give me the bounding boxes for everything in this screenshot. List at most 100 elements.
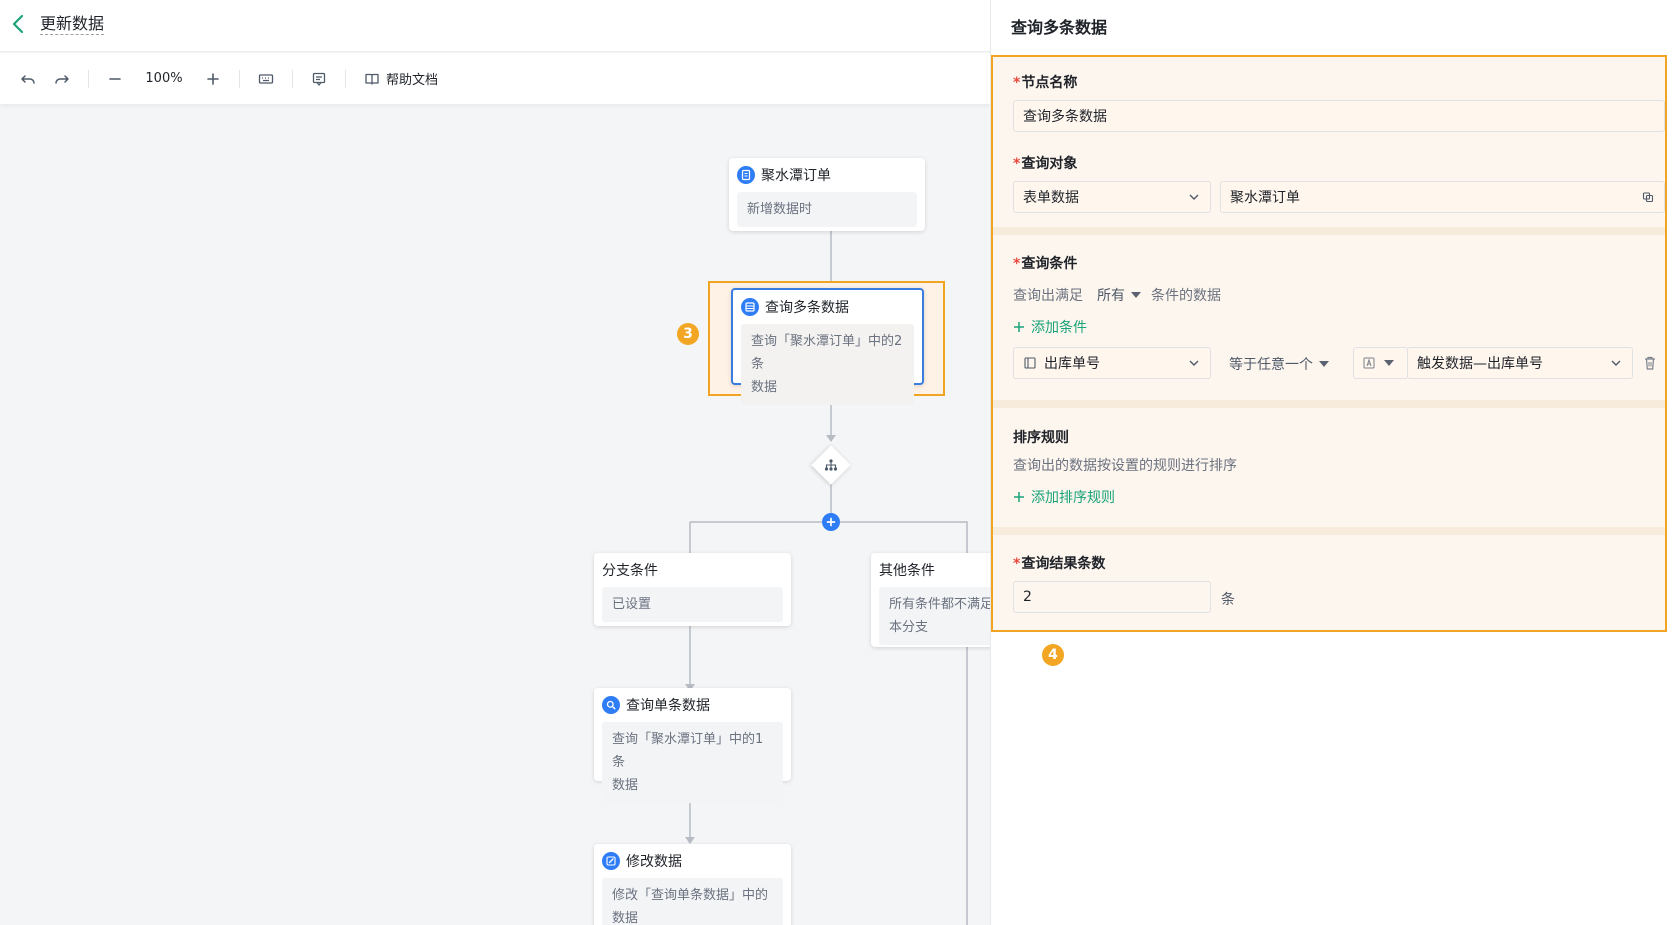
redo-icon <box>55 74 69 84</box>
select-value: 触发数据—出库单号 <box>1417 356 1543 372</box>
node-name-label: *节点名称 <box>1013 75 1078 91</box>
minus-icon <box>109 77 121 80</box>
operator-value: 等于任意一个 <box>1229 357 1313 373</box>
delete-condition-icon[interactable] <box>1643 355 1657 371</box>
query-target-form-select[interactable]: 聚水潭订单 <box>1220 181 1665 213</box>
book-icon <box>365 73 379 85</box>
node-header: 分支条件 <box>594 553 791 587</box>
query-single-node[interactable]: 查询单条数据 查询「聚水潭订单」中的1条 数据 <box>594 688 791 803</box>
node-description: 所有条件都不满足 本分支 <box>879 587 990 645</box>
node-description: 查询「聚水潭订单」中的1条 数据 <box>602 722 783 803</box>
node-header: 查询多条数据 <box>733 290 922 324</box>
back-arrow-icon[interactable] <box>8 13 30 35</box>
node-config-panel: 查询多条数据 *节点名称 查询多条数据 *查询对象 表单数据 聚水潭订单 *查询… <box>990 0 1678 925</box>
update-data-node[interactable]: 修改数据 修改「查询单条数据」中的 数据 <box>594 844 791 925</box>
node-title: 聚水潭订单 <box>761 168 831 184</box>
node-description-line: 数据 <box>612 778 639 793</box>
flow-canvas[interactable]: 聚水潭订单 新增数据时 3 查询多条数据 查询「聚水潭订单」中的2条 数据 分支… <box>0 104 990 925</box>
redo-button[interactable] <box>48 65 76 93</box>
text-type-icon <box>1363 357 1375 369</box>
chevron-down-icon <box>1189 360 1199 366</box>
undo-button[interactable] <box>14 65 42 93</box>
form-icon <box>737 166 755 184</box>
plus-icon <box>1014 492 1024 502</box>
condition-operator-dropdown[interactable]: 等于任意一个 <box>1229 354 1329 374</box>
trigger-node[interactable]: 聚水潭订单 新增数据时 <box>729 158 925 231</box>
condition-prefix: 查询出满足 <box>1013 288 1083 304</box>
query-target-type-select[interactable]: 表单数据 <box>1013 181 1211 213</box>
required-mark: * <box>1013 75 1021 91</box>
node-description: 修改「查询单条数据」中的 数据 <box>602 878 783 925</box>
select-value: 聚水潭订单 <box>1230 190 1300 206</box>
sort-rule-hint: 查询出的数据按设置的规则进行排序 <box>1013 458 1237 474</box>
query-target-label: *查询对象 <box>1013 156 1078 172</box>
branch-icon <box>824 459 838 471</box>
add-condition-label: 添加条件 <box>1031 320 1087 336</box>
toolbar-divider <box>292 69 293 88</box>
node-description-line: 查询「聚水潭订单」中的2条 <box>751 334 903 372</box>
chevron-down-icon <box>1611 360 1621 366</box>
node-header: 修改数据 <box>594 844 791 878</box>
node-name-input[interactable]: 查询多条数据 <box>1013 100 1665 132</box>
branch-condition-node[interactable]: 分支条件 已设置 <box>594 553 791 626</box>
caret-down-icon <box>1319 361 1329 367</box>
add-condition-button[interactable]: 添加条件 <box>1013 317 1087 337</box>
add-node-button[interactable] <box>822 513 840 531</box>
help-docs-button[interactable]: 帮助文档 <box>358 65 444 93</box>
zoom-level: 100% <box>145 71 183 86</box>
value-type-select[interactable] <box>1353 347 1408 379</box>
node-description-line: 本分支 <box>889 620 929 635</box>
node-title: 查询多条数据 <box>765 300 849 316</box>
sort-rule-label: 排序规则 <box>1013 430 1069 446</box>
canvas-toolbar: 100% 帮助文档 <box>0 53 990 104</box>
node-header: 聚水潭订单 <box>729 158 925 192</box>
required-mark: * <box>1013 256 1021 272</box>
node-description: 查询「聚水潭订单」中的2条 数据 <box>741 324 914 405</box>
search-icon <box>602 696 620 714</box>
edit-icon <box>602 852 620 870</box>
page-title[interactable]: 更新数据 <box>40 14 105 35</box>
query-condition-label: *查询条件 <box>1013 256 1078 272</box>
plus-icon <box>826 517 836 527</box>
toolbar-divider <box>88 69 89 88</box>
result-count-input[interactable]: 2 <box>1013 581 1211 613</box>
result-count-unit: 条 <box>1221 592 1235 608</box>
condition-value-select[interactable]: 触发数据—出库单号 <box>1407 347 1633 379</box>
panel-title: 查询多条数据 <box>1011 18 1108 37</box>
node-title: 分支条件 <box>602 563 658 579</box>
condition-mode-dropdown[interactable]: 所有 <box>1097 285 1141 305</box>
section-divider <box>993 227 1665 235</box>
required-mark: * <box>1013 556 1021 572</box>
editor-header: 更新数据 <box>0 0 990 52</box>
section-divider <box>993 400 1665 408</box>
node-title: 修改数据 <box>626 854 682 870</box>
node-header: 查询单条数据 <box>594 688 791 722</box>
comment-icon <box>312 72 326 86</box>
select-value: 出库单号 <box>1044 356 1100 372</box>
config-highlight-frame: *节点名称 查询多条数据 *查询对象 表单数据 聚水潭订单 *查询条件 查询出满… <box>991 55 1667 632</box>
table-icon <box>741 298 759 316</box>
add-sort-rule-label: 添加排序规则 <box>1031 490 1115 506</box>
node-description-line: 所有条件都不满足 <box>889 597 990 612</box>
keyboard-shortcuts-button[interactable] <box>252 65 280 93</box>
required-mark: * <box>1013 156 1021 172</box>
condition-mode-value: 所有 <box>1097 288 1125 304</box>
plus-icon <box>1014 322 1024 332</box>
link-form-icon[interactable] <box>1642 191 1654 203</box>
else-condition-node[interactable]: 其他条件 所有条件都不满足 本分支 <box>871 553 990 647</box>
step-marker-3: 3 <box>677 323 699 345</box>
minimap-button[interactable] <box>305 65 333 93</box>
add-sort-rule-button[interactable]: 添加排序规则 <box>1013 487 1115 507</box>
chevron-down-icon <box>1189 194 1199 200</box>
node-title: 其他条件 <box>879 563 935 579</box>
result-count-label: *查询结果条数 <box>1013 556 1106 572</box>
toolbar-divider <box>239 69 240 88</box>
section-divider <box>993 527 1665 535</box>
query-multi-node[interactable]: 查询多条数据 查询「聚水潭订单」中的2条 数据 <box>731 288 924 405</box>
condition-field-select[interactable]: 出库单号 <box>1013 347 1211 379</box>
zoom-in-button[interactable] <box>199 65 227 93</box>
node-header: 其他条件 <box>871 553 990 587</box>
undo-icon <box>21 74 35 84</box>
zoom-out-button[interactable] <box>101 65 129 93</box>
node-description-line: 数据 <box>612 911 639 925</box>
